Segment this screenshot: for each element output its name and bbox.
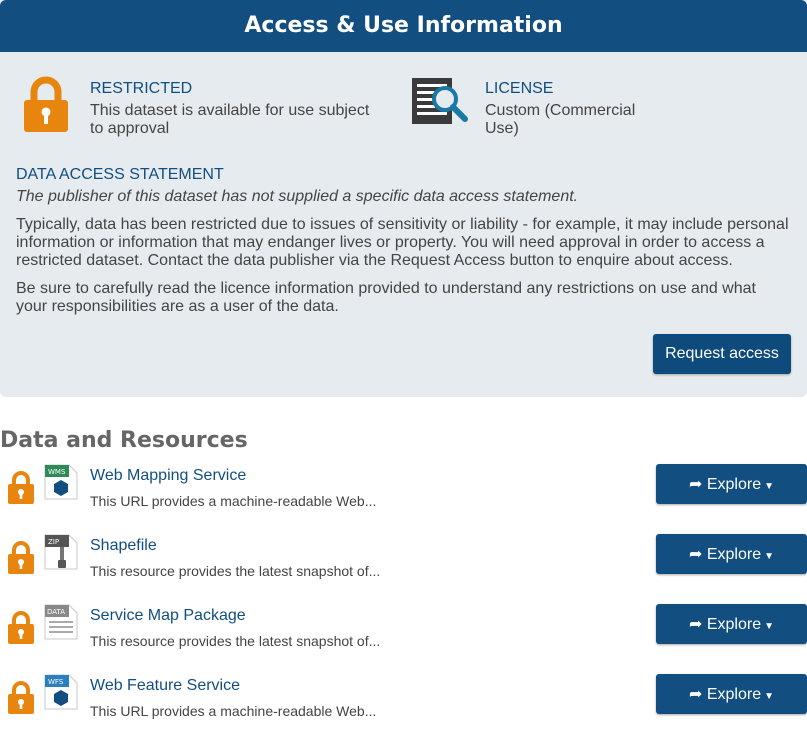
- request-access-button[interactable]: Request access: [653, 334, 791, 374]
- resource-link[interactable]: Web Mapping Service: [90, 467, 246, 485]
- explore-dropdown-button[interactable]: ➦ Explore ▼: [656, 464, 807, 504]
- caret-down-icon: ▼: [764, 551, 774, 562]
- wms-file-icon: WMS: [44, 464, 78, 500]
- document-search-icon: [412, 78, 468, 124]
- access-use-panel: Access & Use Information RESTRICTED This…: [0, 0, 807, 397]
- license-title: LICENSE: [485, 80, 554, 97]
- explore-dropdown-button[interactable]: ➦ Explore ▼: [656, 534, 807, 574]
- restriction-paragraph: Typically, data has been restricted due …: [16, 216, 789, 269]
- lock-icon: [8, 471, 34, 504]
- lock-icon: [8, 611, 34, 644]
- explore-dropdown-button[interactable]: ➦ Explore ▼: [656, 674, 807, 714]
- svg-text:WMS: WMS: [48, 468, 66, 476]
- svg-text:ZIP: ZIP: [48, 538, 59, 546]
- data-file-icon: DATA: [44, 604, 78, 640]
- zip-file-icon: ZIP: [44, 534, 78, 570]
- svg-text:DATA: DATA: [47, 608, 65, 616]
- lock-icon: [24, 76, 68, 132]
- resource-link[interactable]: Web Feature Service: [90, 677, 240, 695]
- resource-item: ZIP Shapefile This resource provides the…: [0, 534, 807, 594]
- share-arrow-icon: ➦: [688, 686, 703, 703]
- wfs-file-icon: WFS: [44, 674, 78, 710]
- caret-down-icon: ▼: [764, 481, 774, 492]
- resource-item: WFS Web Feature Service This URL provide…: [0, 674, 807, 734]
- data-and-resources-title: Data and Resources: [0, 428, 248, 453]
- caret-down-icon: ▼: [764, 621, 774, 632]
- lock-icon: [8, 681, 34, 714]
- licence-paragraph: Be sure to carefully read the licence in…: [16, 280, 756, 315]
- svg-text:WFS: WFS: [48, 678, 64, 686]
- share-arrow-icon: ➦: [688, 546, 703, 563]
- restricted-description: This dataset is available for use subjec…: [90, 102, 370, 137]
- license-description: Custom (Commercial Use): [485, 102, 636, 137]
- resource-item: DATA Service Map Package This resource p…: [0, 604, 807, 664]
- explore-dropdown-button[interactable]: ➦ Explore ▼: [656, 604, 807, 644]
- resource-description: This URL provides a machine-readable Web…: [90, 493, 377, 509]
- resource-link[interactable]: Service Map Package: [90, 607, 246, 625]
- restricted-title: RESTRICTED: [90, 80, 193, 97]
- share-arrow-icon: ➦: [688, 616, 703, 633]
- lock-icon: [8, 541, 34, 574]
- caret-down-icon: ▼: [764, 691, 774, 702]
- resource-link[interactable]: Shapefile: [90, 537, 157, 555]
- resource-description: This resource provides the latest snapsh…: [90, 633, 381, 649]
- data-access-statement-title: DATA ACCESS STATEMENT: [16, 166, 224, 183]
- share-arrow-icon: ➦: [688, 476, 703, 493]
- data-access-statement-text: The publisher of this dataset has not su…: [16, 188, 579, 205]
- resource-description: This resource provides the latest snapsh…: [90, 563, 381, 579]
- resource-description: This URL provides a machine-readable Web…: [90, 703, 377, 719]
- resource-item: WMS Web Mapping Service This URL provide…: [0, 464, 807, 524]
- panel-title: Access & Use Information: [0, 0, 807, 52]
